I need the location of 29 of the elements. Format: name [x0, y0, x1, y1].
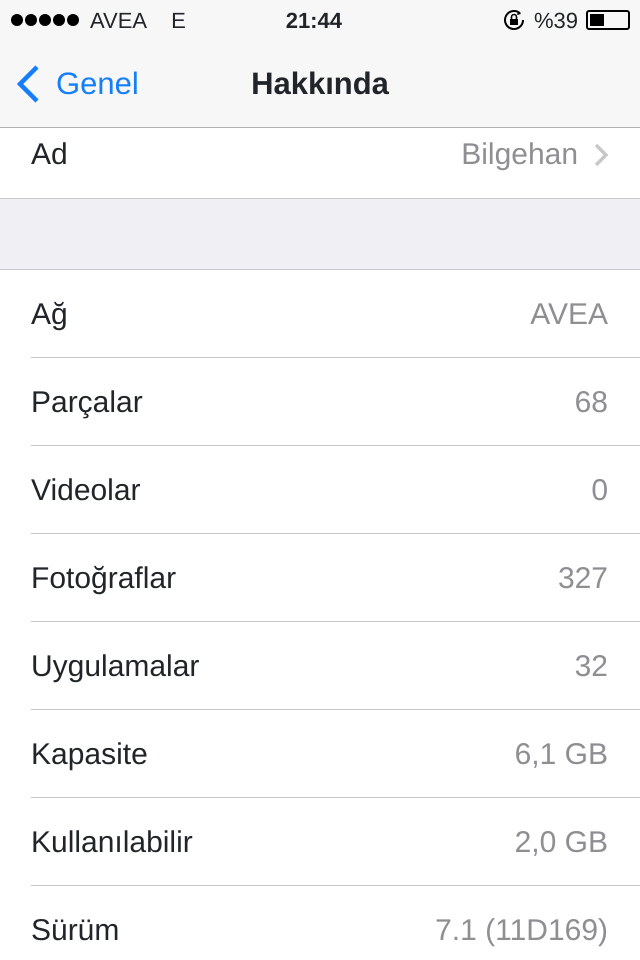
row-label: Fotoğraflar — [31, 560, 176, 596]
row-label: Uygulamalar — [31, 648, 200, 684]
row-label: Videolar — [31, 472, 141, 508]
carrier-name: AVEA — [90, 6, 148, 34]
row-value: 7.1 (11D169) — [435, 912, 608, 948]
rotation-lock-icon — [502, 8, 526, 32]
network-type: E — [171, 6, 186, 34]
row-label: Sürüm — [31, 912, 120, 948]
settings-row[interactable]: Ad Bilgehan — [0, 128, 640, 199]
page-title: Hakkında — [251, 64, 389, 103]
clock: 21:44 — [286, 8, 342, 32]
row-value: 68 — [574, 384, 608, 420]
row-label: Kullanılabilir — [31, 824, 193, 860]
row-value: 32 — [574, 648, 608, 684]
row-value: Bilgehan — [461, 137, 578, 173]
row-label: Parçalar — [31, 384, 143, 420]
row-label: Ağ — [31, 296, 68, 332]
back-button[interactable]: Genel — [0, 40, 139, 128]
row-label: Ad — [31, 137, 68, 173]
signal-icon — [10, 13, 82, 27]
battery-percentage: %39 — [534, 6, 578, 34]
row-label: Kapasite — [31, 736, 148, 772]
row-value: 0 — [591, 472, 608, 508]
row-value: 6,1 GB — [514, 736, 608, 772]
row-value: AVEA — [530, 296, 608, 332]
battery-icon — [586, 10, 630, 30]
row-value: 2,0 GB — [514, 824, 608, 860]
chevron-left-icon — [16, 65, 40, 103]
row-value: 327 — [558, 560, 608, 596]
